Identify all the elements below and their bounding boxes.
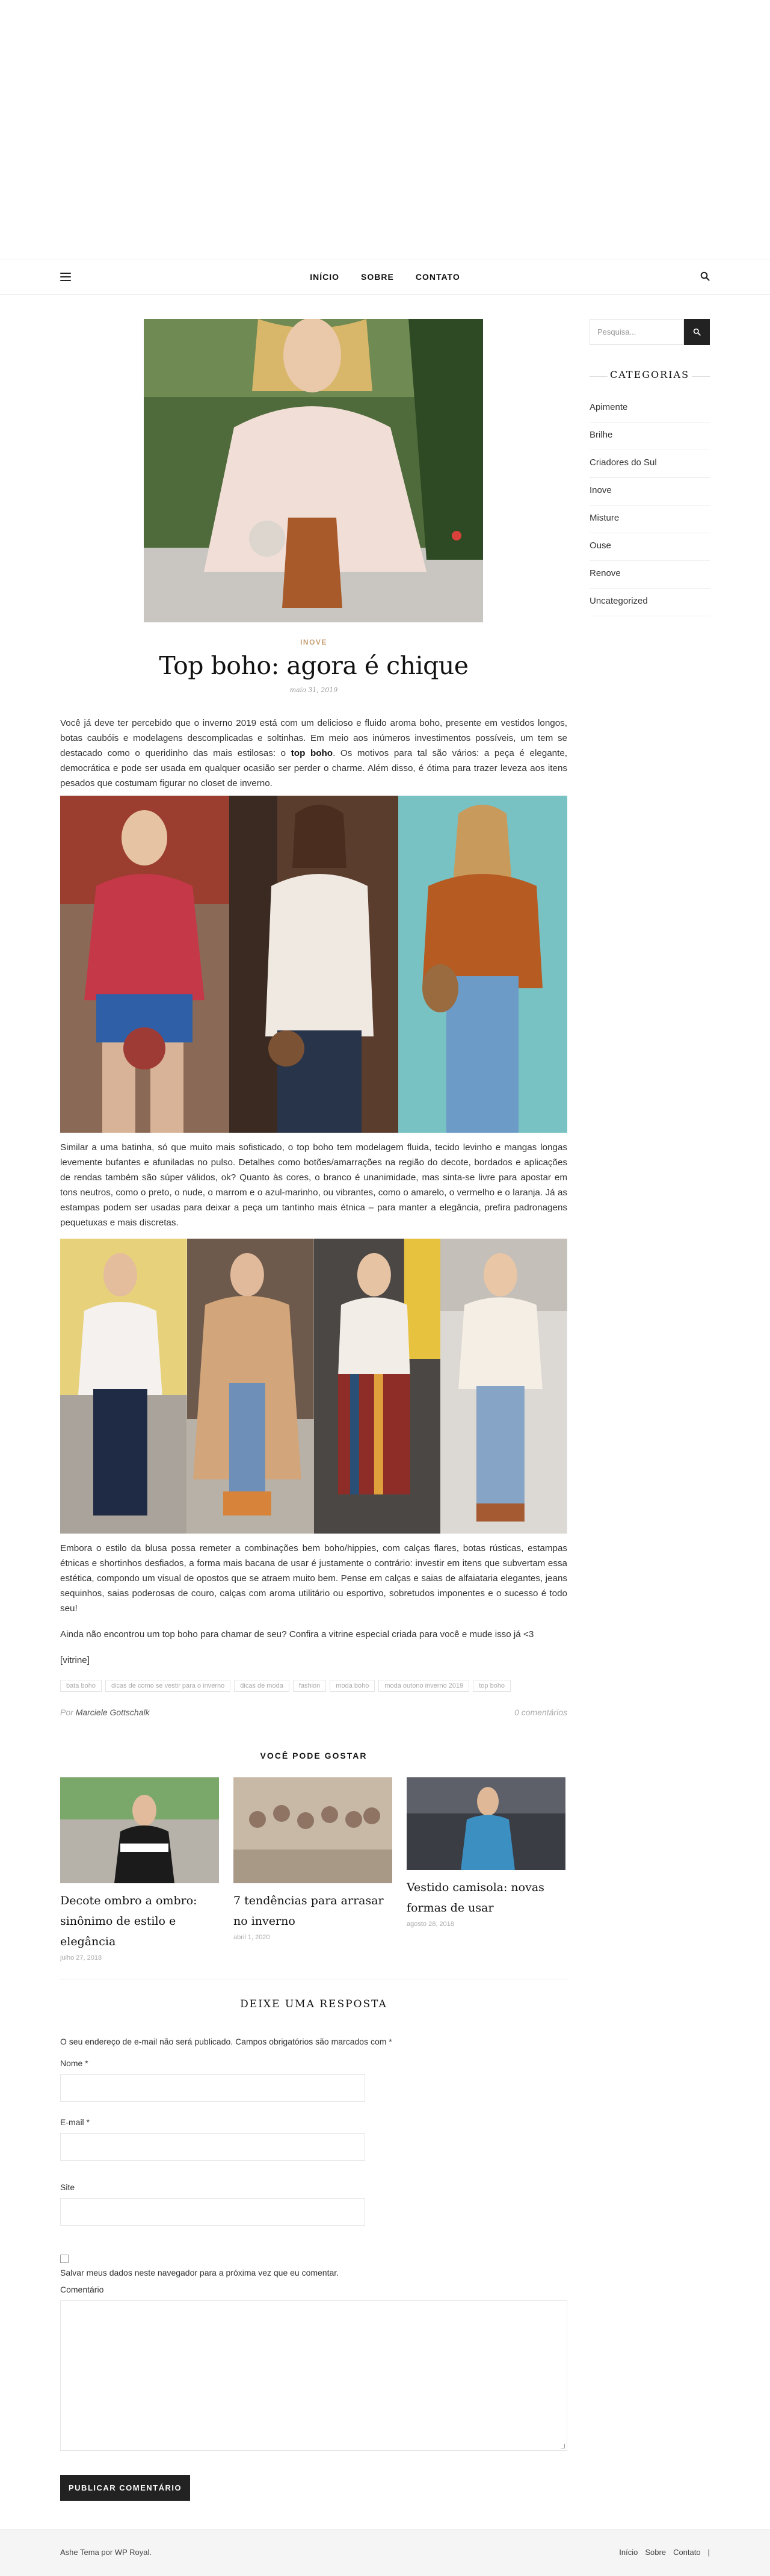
post-paragraph-1: Você já deve ter percebido que o inverno… [60,718,568,788]
gallery-image[interactable] [440,1239,567,1534]
gallery-three [60,796,567,1133]
gallery-image[interactable] [398,796,567,1133]
header-space [0,0,770,259]
related-date: abril 1, 2020 [233,1934,270,1941]
name-field[interactable] [60,2074,365,2102]
post-paragraph-2: Similar a uma batinha, só que muito mais… [60,1142,567,1228]
category-link[interactable]: Misture [590,506,710,533]
category-list: Apimente Brilhe Criadores do Sul Inove M… [590,395,710,616]
related-post: Decote ombro a ombro: sinônimo de estilo… [60,1777,219,1961]
related-title[interactable]: 7 tendências para arrasar no inverno [233,1890,392,1931]
comments-link[interactable]: 0 comentários [514,1708,567,1717]
bold-phrase: top boho [291,748,333,758]
copyright: Ashe Tema por WP Royal. [60,2548,152,2557]
category-link[interactable]: Ouse [590,533,710,561]
post-date: maio 31, 2019 [289,686,338,694]
author-line: Por Marciele Gottschalk [60,1708,150,1717]
category-link[interactable]: Uncategorized [590,589,710,616]
gallery-image[interactable] [229,796,398,1133]
category-link[interactable]: Inove [590,478,710,506]
footer-link-sobre[interactable]: Sobre [645,2548,666,2557]
footer-divider: | [707,2548,710,2557]
tag-link[interactable]: top boho [473,1680,511,1692]
category-link[interactable]: Renove [590,561,710,589]
main-navbar: INÍCIO SOBRE CONTATO [0,259,770,295]
category-link[interactable]: Apimente [590,395,710,423]
nav-menu: INÍCIO SOBRE CONTATO [0,259,770,294]
related-post: Vestido camisola: novas formas de usar a… [407,1777,565,1961]
name-label: Nome * [60,2058,88,2068]
related-image[interactable] [407,1777,565,1870]
footer: Ashe Tema por WP Royal. Início Sobre Con… [0,2529,770,2576]
sidebar: Pesquisa... CATEGORIAS Apimente Brilhe C… [590,319,710,616]
tag-list: bata boho dicas de como se vestir para o… [60,1680,541,1692]
post-title: Top boho: agora é chique [159,651,469,680]
related-posts: Decote ombro a ombro: sinônimo de estilo… [60,1777,567,1961]
sidebar-search-button[interactable] [684,319,710,345]
post-meta: Por Marciele Gottschalk 0 comentários [60,1708,567,1717]
nav-item-contato[interactable]: CONTATO [416,272,460,282]
reply-heading: DEIXE UMA RESPOSTA [240,1998,387,2010]
email-label: E-mail * [60,2117,90,2127]
comment-label: Comentário [60,2285,104,2294]
comment-textarea[interactable] [60,2300,567,2451]
tag-link[interactable]: moda boho [330,1680,375,1692]
post-content: INOVE Top boho: agora é chique maio 31, … [60,319,567,2501]
gallery-image[interactable] [186,1239,314,1534]
site-label: Site [60,2182,75,2192]
footer-links: Início Sobre Contato | [619,2548,710,2557]
search-icon [693,328,701,336]
nav-item-sobre[interactable]: SOBRE [361,272,394,282]
tag-link[interactable]: moda outono inverno 2019 [378,1680,470,1692]
post-paragraph-3: Embora o estilo da blusa possa remeter a… [60,1543,567,1614]
related-heading: VOCÊ PODE GOSTAR [260,1751,368,1760]
save-details-label: Salvar meus dados neste navegador para a… [60,2268,339,2277]
search-icon[interactable] [700,271,710,281]
site-field[interactable] [60,2198,365,2226]
category-link[interactable]: Brilhe [590,423,710,450]
post-paragraph-4: Ainda não encontrou um top boho para cha… [60,1629,534,1639]
required-notice: O seu endereço de e-mail não será public… [60,2037,392,2046]
post-category[interactable]: INOVE [60,638,567,646]
related-image[interactable] [233,1777,392,1883]
related-date: julho 27, 2018 [60,1954,102,1961]
related-image[interactable] [60,1777,219,1883]
footer-link-inicio[interactable]: Início [619,2548,638,2557]
related-title[interactable]: Vestido camisola: novas formas de usar [407,1877,565,1918]
related-post: 7 tendências para arrasar no inverno abr… [233,1777,392,1961]
categories-heading: CATEGORIAS [590,369,710,388]
gallery-image[interactable] [60,1239,187,1534]
post-paragraph-5: [vitrine] [60,1655,90,1665]
tag-link[interactable]: dicas de moda [234,1680,289,1692]
tag-link[interactable]: bata boho [60,1680,102,1692]
featured-image[interactable] [144,319,483,622]
tag-link[interactable]: fashion [292,1680,327,1692]
footer-link-contato[interactable]: Contato [673,2548,701,2557]
tag-link[interactable]: dicas de como se vestir para o inverno [105,1680,231,1692]
related-date: agosto 28, 2018 [407,1921,454,1928]
author-link[interactable]: Marciele Gottschalk [76,1708,150,1717]
save-details-checkbox[interactable] [60,2255,69,2263]
nav-item-inicio[interactable]: INÍCIO [310,272,339,282]
gallery-image[interactable] [313,1239,441,1534]
category-link[interactable]: Criadores do Sul [590,450,710,478]
related-title[interactable]: Decote ombro a ombro: sinônimo de estilo… [60,1890,219,1952]
gallery-image[interactable] [60,796,229,1133]
email-field[interactable] [60,2133,365,2161]
sidebar-search-input[interactable]: Pesquisa... [590,319,684,345]
gallery-four [60,1239,567,1534]
sidebar-search: Pesquisa... [590,319,710,345]
submit-comment-button[interactable]: PUBLICAR COMENTÁRIO [60,2475,191,2501]
